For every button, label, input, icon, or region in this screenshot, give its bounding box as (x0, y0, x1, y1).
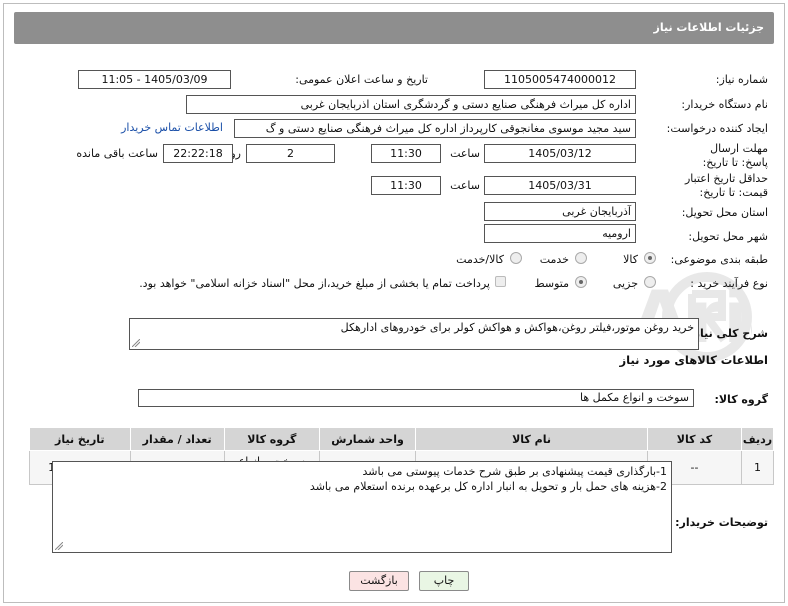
resize-grip-icon[interactable] (55, 542, 63, 550)
purchase-type-label: نوع فرآیند خرید : (690, 277, 768, 290)
goods-group-label: گروه کالا: (714, 393, 768, 406)
print-button[interactable]: چاپ (419, 571, 469, 591)
category-goods-service-radio[interactable] (510, 252, 522, 264)
general-desc-textarea[interactable]: خرید روغن موتور،فیلتر روغن،هواکش و هواکش… (129, 318, 699, 350)
delivery-province-label: استان محل تحویل: (681, 206, 768, 219)
category-goods-label: کالا (623, 253, 638, 266)
need-number-label: شماره نیاز: (715, 73, 768, 86)
general-desc-label: شرح کلی نیاز: (689, 327, 768, 340)
col-header-goods-group: گروه کالا (223, 427, 320, 451)
category-goods-radio[interactable] (644, 252, 656, 264)
time-left-field: 22:22:18 (163, 144, 233, 163)
col-header-item-code: کد کالا (646, 427, 743, 451)
requester-field: سید مجید موسوی مغانجوقی کارپرداز اداره ک… (234, 119, 636, 138)
delivery-city-label: شهر محل تحویل: (688, 230, 768, 243)
purchase-minor-radio[interactable] (644, 276, 656, 288)
col-header-item-name: نام کالا (415, 427, 648, 451)
price-validity-label: حداقل تاریخ اعتبار قیمت: تا تاریخ: (684, 172, 768, 199)
announce-datetime-field: 1405/03/09 - 11:05 (78, 70, 231, 89)
category-goods-service-label: کالا/خدمت (456, 253, 504, 266)
resize-grip-icon[interactable] (132, 339, 140, 347)
validity-time-label: ساعت (450, 179, 480, 192)
contact-buyer-link[interactable]: اطلاعات تماس خریدار (121, 121, 223, 134)
goods-group-field: سوخت و انواع مکمل ها (138, 389, 694, 407)
announce-datetime-label: تاریخ و ساعت اعلان عمومی: (295, 73, 428, 86)
back-button[interactable]: بازگشت (349, 571, 409, 591)
hours-left-label: ساعت باقی مانده (76, 147, 158, 160)
col-header-need-date: تاریخ نیاز (29, 427, 131, 451)
validity-date-field: 1405/03/31 (484, 176, 636, 195)
subject-category-label: طبقه بندی موضوعی: (670, 253, 768, 266)
page-title: جزئیات اطلاعات نیاز (14, 12, 774, 44)
page-frame: جزئیات اطلاعات نیاز شماره نیاز: 11050054… (3, 3, 785, 603)
buyer-org-field: اداره کل میراث فرهنگی صنایع دستی و گردشگ… (186, 95, 636, 114)
col-header-row-number: ردیف (741, 427, 774, 451)
reply-time-label: ساعت (450, 147, 480, 160)
reply-date-field: 1405/03/12 (484, 144, 636, 163)
days-left-field: 2 (246, 144, 335, 163)
payment-note: پرداخت تمام یا بخشی از مبلغ خرید،از محل … (139, 277, 490, 290)
purchase-minor-label: جزیی (612, 277, 638, 290)
buyer-notes-textarea[interactable]: 1-بارگذاری قیمت پیشنهادی بر طبق شرح خدما… (52, 461, 672, 553)
treasury-payment-checkbox[interactable] (495, 276, 506, 287)
reply-deadline-label: مهلت ارسال پاسخ: تا تاریخ: (702, 142, 768, 169)
reply-time-field: 11:30 (371, 144, 441, 163)
col-header-unit: واحد شمارش (318, 427, 417, 451)
need-number-field: 1105005474000012 (484, 70, 636, 89)
buyer-org-label: نام دستگاه خریدار: (681, 98, 768, 111)
general-desc-text: خرید روغن موتور،فیلتر روغن،هواکش و هواکش… (340, 321, 694, 334)
purchase-medium-label: متوسط (534, 277, 569, 290)
city-field: ارومیه (484, 224, 636, 243)
buyer-notes-line-2: 2-هزینه های حمل بار و تحویل به انبار ادا… (309, 480, 667, 493)
table-header-row: ردیف کد کالا نام کالا واحد شمارش گروه کا… (29, 427, 774, 451)
requester-label: ایجاد کننده درخواست: (666, 122, 768, 135)
col-header-quantity: تعداد / مقدار (129, 427, 225, 451)
buyer-notes-line-1: 1-بارگذاری قیمت پیشنهادی بر طبق شرح خدما… (362, 465, 667, 478)
purchase-medium-radio[interactable] (575, 276, 587, 288)
goods-info-heading: اطلاعات کالاهای مورد نیاز (619, 353, 768, 367)
category-service-radio[interactable] (575, 252, 587, 264)
province-field: آذربایجان غربی (484, 202, 636, 221)
validity-time-field: 11:30 (371, 176, 441, 195)
category-service-label: خدمت (539, 253, 569, 266)
cell-row-number: 1 (741, 450, 774, 485)
buyer-notes-label: توضیحات خریدار: (675, 516, 768, 529)
